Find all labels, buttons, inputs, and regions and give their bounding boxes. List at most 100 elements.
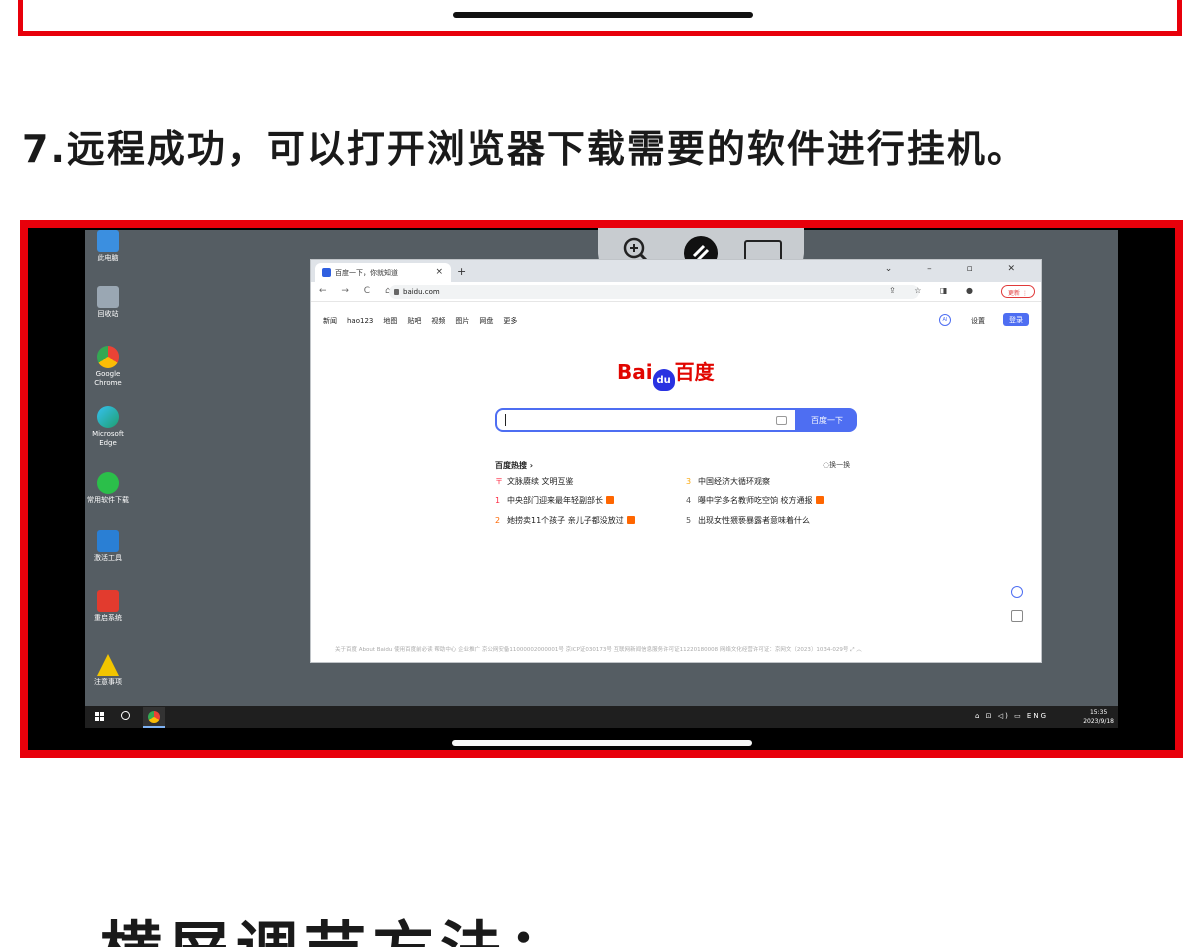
search-button[interactable]: 百度一下 (797, 408, 857, 432)
desktop-icon-label: 注意事项 (94, 678, 122, 686)
download-icon (97, 472, 119, 494)
desktop-icon-this-pc[interactable]: 此电脑 (85, 230, 131, 263)
baidu-logo: Bai du 百度 (617, 356, 715, 391)
edge-icon (97, 406, 119, 428)
step-heading: 7.远程成功，可以打开浏览器下载需要的软件进行挂机。 (22, 127, 1027, 171)
hot-rank: 2 (495, 516, 501, 525)
hot-rank: 3 (686, 477, 692, 486)
navigation-buttons[interactable]: ← → C ⌂ (319, 286, 397, 296)
window-controls[interactable]: ⌄ – ▫ ✕ (885, 264, 1031, 274)
tab-baidu[interactable]: 百度一下，你就知道 × (315, 263, 451, 282)
windows-desktop: 此电脑 回收站 Google Chrome Microsoft Edge 常用软… (85, 228, 1118, 715)
hot-rank: 4 (686, 496, 692, 505)
hot-text: 曝中学多名教师吃空饷 校方通报 (698, 496, 813, 505)
hot-text: 出现女性猥亵暴露者意味着什么 (698, 516, 810, 525)
search-input[interactable] (495, 408, 797, 432)
hot-text: 文脉赓续 文明互鉴 (507, 477, 574, 486)
address-bar-row: ← → C ⌂ baidu.com ⇪ ☆ ◨ ● 更新 ⋮ (311, 282, 1041, 302)
update-button[interactable]: 更新 ⋮ (1001, 285, 1035, 298)
cube-icon (97, 530, 119, 552)
nav-link-map[interactable]: 地图 (383, 317, 397, 325)
windows-start-icon[interactable] (95, 712, 104, 721)
paw-icon: du (652, 369, 675, 391)
desktop-icon-activation-tool[interactable]: 激活工具 (85, 530, 131, 563)
recycle-bin-icon (97, 286, 119, 308)
camera-icon[interactable] (776, 416, 787, 425)
desktop-icon-label: 重启系统 (94, 614, 122, 622)
hot-text: 她捞卖11个孩子 亲儿子都没放过 (507, 516, 624, 525)
desktop-icon-restart-system[interactable]: 重启系统 (85, 590, 131, 623)
hot-item[interactable]: 5 出现女性猥亵暴露者意味着什么 (686, 515, 810, 526)
login-button[interactable]: 登录 (1003, 313, 1029, 326)
home-indicator (453, 12, 753, 18)
desktop-icon-label: 此电脑 (97, 254, 119, 262)
close-tab-icon[interactable]: × (435, 267, 443, 277)
baidu-favicon-icon (322, 268, 331, 277)
nav-link-hao123[interactable]: hao123 (347, 317, 373, 325)
desktop-icon-label: Google Chrome (94, 370, 122, 387)
desktop-icon-label: 常用软件下载 (87, 496, 129, 504)
hot-item[interactable]: 3 中国经济大循环观察 (686, 476, 770, 487)
home-indicator (452, 740, 752, 746)
nav-link-netdisk[interactable]: 网盘 (479, 317, 493, 325)
previous-screenshot-frame (18, 0, 1182, 36)
hot-text: 中国经济大循环观察 (698, 477, 770, 486)
hot-item[interactable]: 〒文脉赓续 文明互鉴 (495, 476, 574, 487)
hot-rank: 5 (686, 516, 692, 525)
hot-rank: 1 (495, 496, 501, 505)
section-heading: 横屏调节方法： (100, 900, 576, 947)
power-icon (97, 590, 119, 612)
tab-strip: 百度一下，你就知道 × + ⌄ – ▫ ✕ (311, 260, 1041, 282)
nav-link-news[interactable]: 新闻 (323, 317, 337, 325)
desktop-icon-edge[interactable]: Microsoft Edge (85, 406, 131, 448)
search-icon[interactable] (121, 711, 130, 720)
chrome-icon (97, 346, 119, 368)
address-bar[interactable]: baidu.com (389, 285, 919, 299)
remote-desktop-screenshot: 此电脑 回收站 Google Chrome Microsoft Edge 常用软… (20, 220, 1183, 758)
logo-text-right: 百度 (674, 360, 715, 384)
hot-item[interactable]: 2 她捞卖11个孩子 亲儿子都没放过 (495, 515, 635, 526)
new-tab-button[interactable]: + (457, 265, 466, 278)
windows-taskbar: ⌂ ⊡ ◁) ▭ ENG 15:35 2023/9/18 (85, 706, 1118, 728)
desktop-icon-label: 回收站 (97, 310, 119, 318)
warning-icon (97, 654, 119, 676)
ai-icon[interactable]: AI (939, 314, 951, 326)
logo-text-left: Bai (617, 360, 653, 384)
baidu-nav: 新闻 hao123 地图 贴吧 视频 图片 网盘 更多 (323, 316, 527, 326)
desktop-icon-software-download[interactable]: 常用软件下载 (85, 472, 131, 505)
hot-item[interactable]: 4 曝中学多名教师吃空饷 校方通报 (686, 495, 824, 506)
lock-icon (394, 289, 399, 295)
clock-time: 15:35 (1089, 709, 1108, 716)
computer-icon (97, 230, 119, 252)
clock-date: 2023/9/18 (1083, 718, 1114, 725)
hot-rank: 〒 (495, 477, 503, 486)
hot-text: 中央部门迎来最年轻副部长 (507, 496, 603, 505)
system-tray[interactable]: ⌂ ⊡ ◁) ▭ ENG (975, 712, 1048, 720)
url-text: baidu.com (403, 288, 440, 296)
nav-link-more[interactable]: 更多 (503, 317, 517, 325)
nav-link-video[interactable]: 视频 (431, 317, 445, 325)
new-tag-icon (606, 496, 614, 504)
desktop-icon-label: Microsoft Edge (92, 430, 124, 447)
page: 7.远程成功，可以打开浏览器下载需要的软件进行挂机。 此电脑 回收站 Googl… (0, 0, 1200, 947)
desktop-icon-recycle-bin[interactable]: 回收站 (85, 286, 131, 319)
nav-link-images[interactable]: 图片 (455, 317, 469, 325)
tab-title: 百度一下，你就知道 (335, 269, 398, 277)
toolbar-icons[interactable]: ⇪ ☆ ◨ ● (889, 286, 981, 295)
hot-item[interactable]: 1 中央部门迎来最年轻副部长 (495, 495, 614, 506)
new-tag-icon (815, 496, 824, 504)
assistant-icon[interactable] (1011, 586, 1023, 598)
qr-code-icon[interactable] (1011, 610, 1023, 622)
desktop-icon-notice[interactable]: 注意事项 (85, 654, 131, 687)
new-tag-icon (626, 516, 635, 524)
settings-link[interactable]: 设置 (971, 316, 985, 326)
text-caret (505, 414, 506, 426)
clock[interactable]: 15:35 2023/9/18 (1083, 708, 1114, 726)
refresh-link[interactable]: ◌换一换 (823, 460, 850, 470)
desktop-icon-chrome[interactable]: Google Chrome (85, 346, 131, 388)
nav-link-tieba[interactable]: 贴吧 (407, 317, 421, 325)
taskbar-chrome-icon[interactable] (143, 707, 165, 728)
desktop-icon-label: 激活工具 (94, 554, 122, 562)
chrome-browser-window: 百度一下，你就知道 × + ⌄ – ▫ ✕ ← → C ⌂ baidu.com … (310, 259, 1042, 663)
hot-search-title[interactable]: 百度热搜 › (495, 460, 533, 471)
